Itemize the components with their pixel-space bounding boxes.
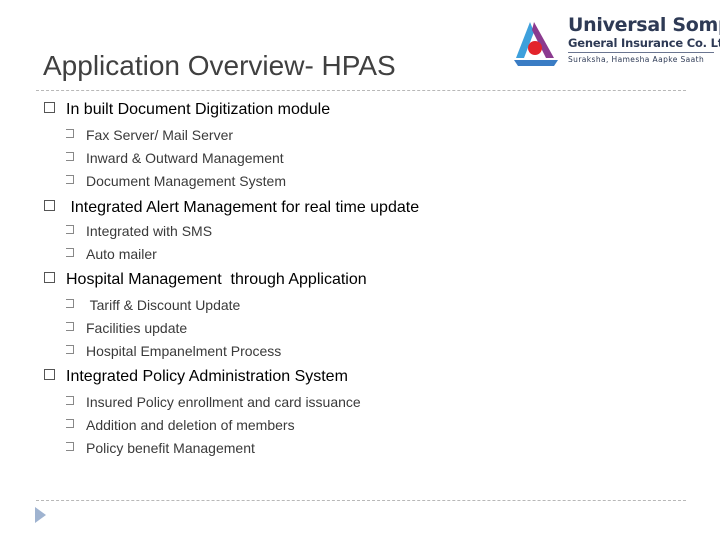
sub-bullet-item: Insured Policy enrollment and card issua… (66, 394, 361, 410)
square-bullet-icon (44, 102, 55, 113)
next-slide-arrow-icon[interactable] (35, 507, 46, 523)
sub-bullet-item: Auto mailer (66, 246, 157, 262)
logo-tagline: Suraksha, Hamesha Aapke Saath (568, 55, 705, 64)
footer-divider (36, 500, 686, 501)
sub-bullet-icon (66, 248, 74, 257)
sub-bullet-item: Fax Server/ Mail Server (66, 127, 233, 143)
sub-bullet-icon (66, 175, 74, 184)
sub-bullet-icon (66, 299, 74, 308)
square-bullet-icon (44, 369, 55, 380)
sub-bullet-icon (66, 442, 74, 451)
sub-bullet-icon (66, 345, 74, 354)
logo-emblem-icon (514, 22, 558, 66)
sub-bullet-item: Document Management System (66, 173, 286, 189)
sub-bullet-icon (66, 322, 74, 331)
title-divider (36, 90, 686, 91)
sub-bullet-item: Hospital Empanelment Process (66, 343, 281, 359)
bullet-item: Hospital Management through Application (44, 271, 367, 289)
sub-bullet-item: Inward & Outward Management (66, 150, 284, 166)
bullet-item: Integrated Alert Management for real tim… (44, 199, 419, 217)
logo-company-name: Universal Sompo (568, 14, 720, 36)
sub-bullet-icon (66, 396, 74, 405)
bullet-item: In built Document Digitization module (44, 101, 330, 119)
sub-bullet-item: Tariff & Discount Update (66, 297, 240, 313)
logo-rule (568, 52, 714, 53)
slide-title: Application Overview- HPAS (43, 50, 396, 81)
sub-bullet-icon (66, 152, 74, 161)
sub-bullet-item: Facilities update (66, 320, 187, 336)
sub-bullet-icon (66, 129, 74, 138)
sub-bullet-item: Policy benefit Management (66, 440, 255, 456)
company-logo: Universal Sompo General Insurance Co. Lt… (510, 14, 720, 70)
bullet-item: Integrated Policy Administration System (44, 368, 348, 386)
sub-bullet-item: Integrated with SMS (66, 223, 212, 239)
square-bullet-icon (44, 200, 55, 211)
logo-company-subtitle: General Insurance Co. Ltd. (568, 36, 720, 50)
sub-bullet-item: Addition and deletion of members (66, 417, 295, 433)
sub-bullet-icon (66, 419, 74, 428)
square-bullet-icon (44, 272, 55, 283)
sub-bullet-icon (66, 225, 74, 234)
